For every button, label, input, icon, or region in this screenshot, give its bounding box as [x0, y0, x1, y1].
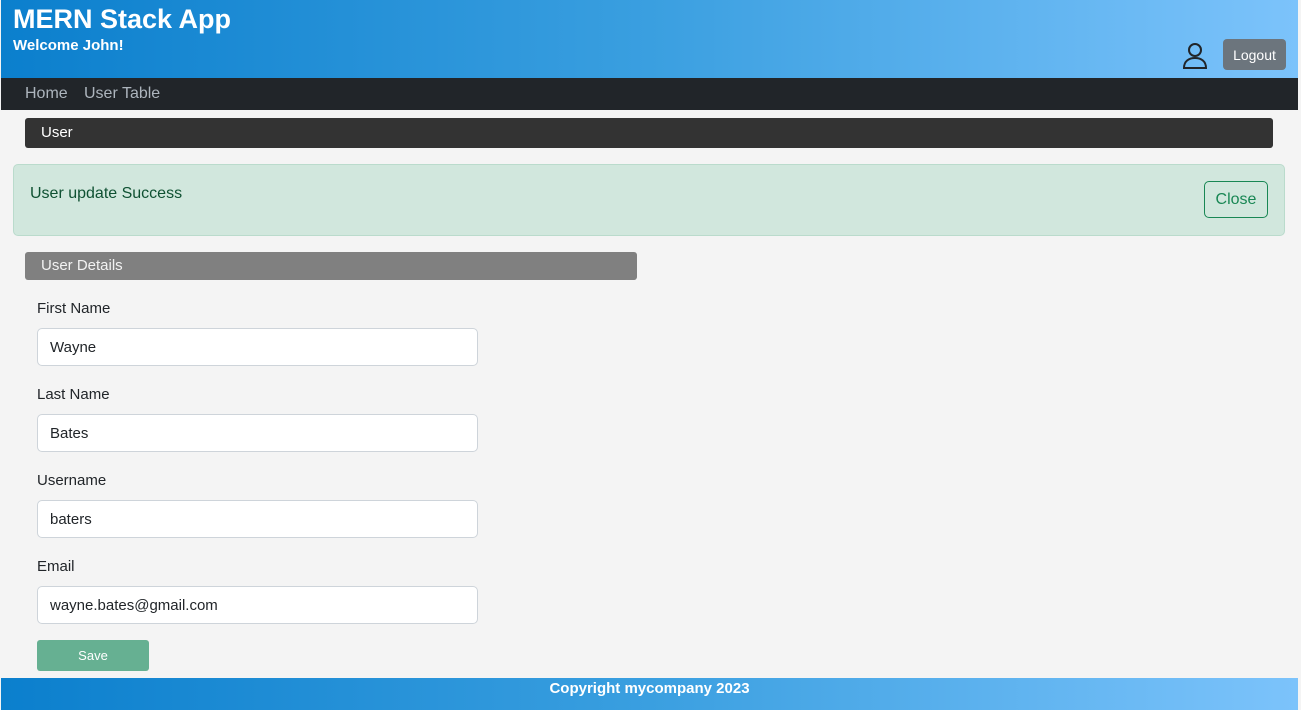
user-icon[interactable]: [1182, 42, 1208, 70]
success-alert: User update Success Close: [13, 164, 1285, 236]
section-title-bar: User: [25, 118, 1273, 148]
first-name-input[interactable]: [37, 328, 478, 366]
app-header: MERN Stack App Welcome John! Logout: [1, 0, 1298, 78]
save-button[interactable]: Save: [37, 640, 149, 671]
nav-item-user-table[interactable]: User Table: [84, 85, 160, 103]
logout-button[interactable]: Logout: [1223, 39, 1286, 70]
alert-message: User update Success: [30, 185, 183, 202]
nav-item-home[interactable]: Home: [25, 85, 68, 103]
email-input[interactable]: [37, 586, 478, 624]
email-label: Email: [37, 558, 75, 575]
last-name-label: Last Name: [37, 386, 110, 403]
alert-close-button[interactable]: Close: [1204, 181, 1268, 218]
app-title: MERN Stack App: [13, 4, 232, 34]
last-name-input[interactable]: [37, 414, 478, 452]
username-label: Username: [37, 472, 107, 489]
welcome-message: Welcome John!: [13, 37, 124, 54]
page-footer: Copyright mycompany 2023: [1, 678, 1298, 710]
navbar: Home User Table: [1, 78, 1298, 110]
copyright-text: Copyright mycompany 2023: [549, 680, 750, 697]
user-details-header: User Details: [25, 252, 637, 280]
first-name-label: First Name: [37, 300, 111, 317]
username-input[interactable]: [37, 500, 478, 538]
